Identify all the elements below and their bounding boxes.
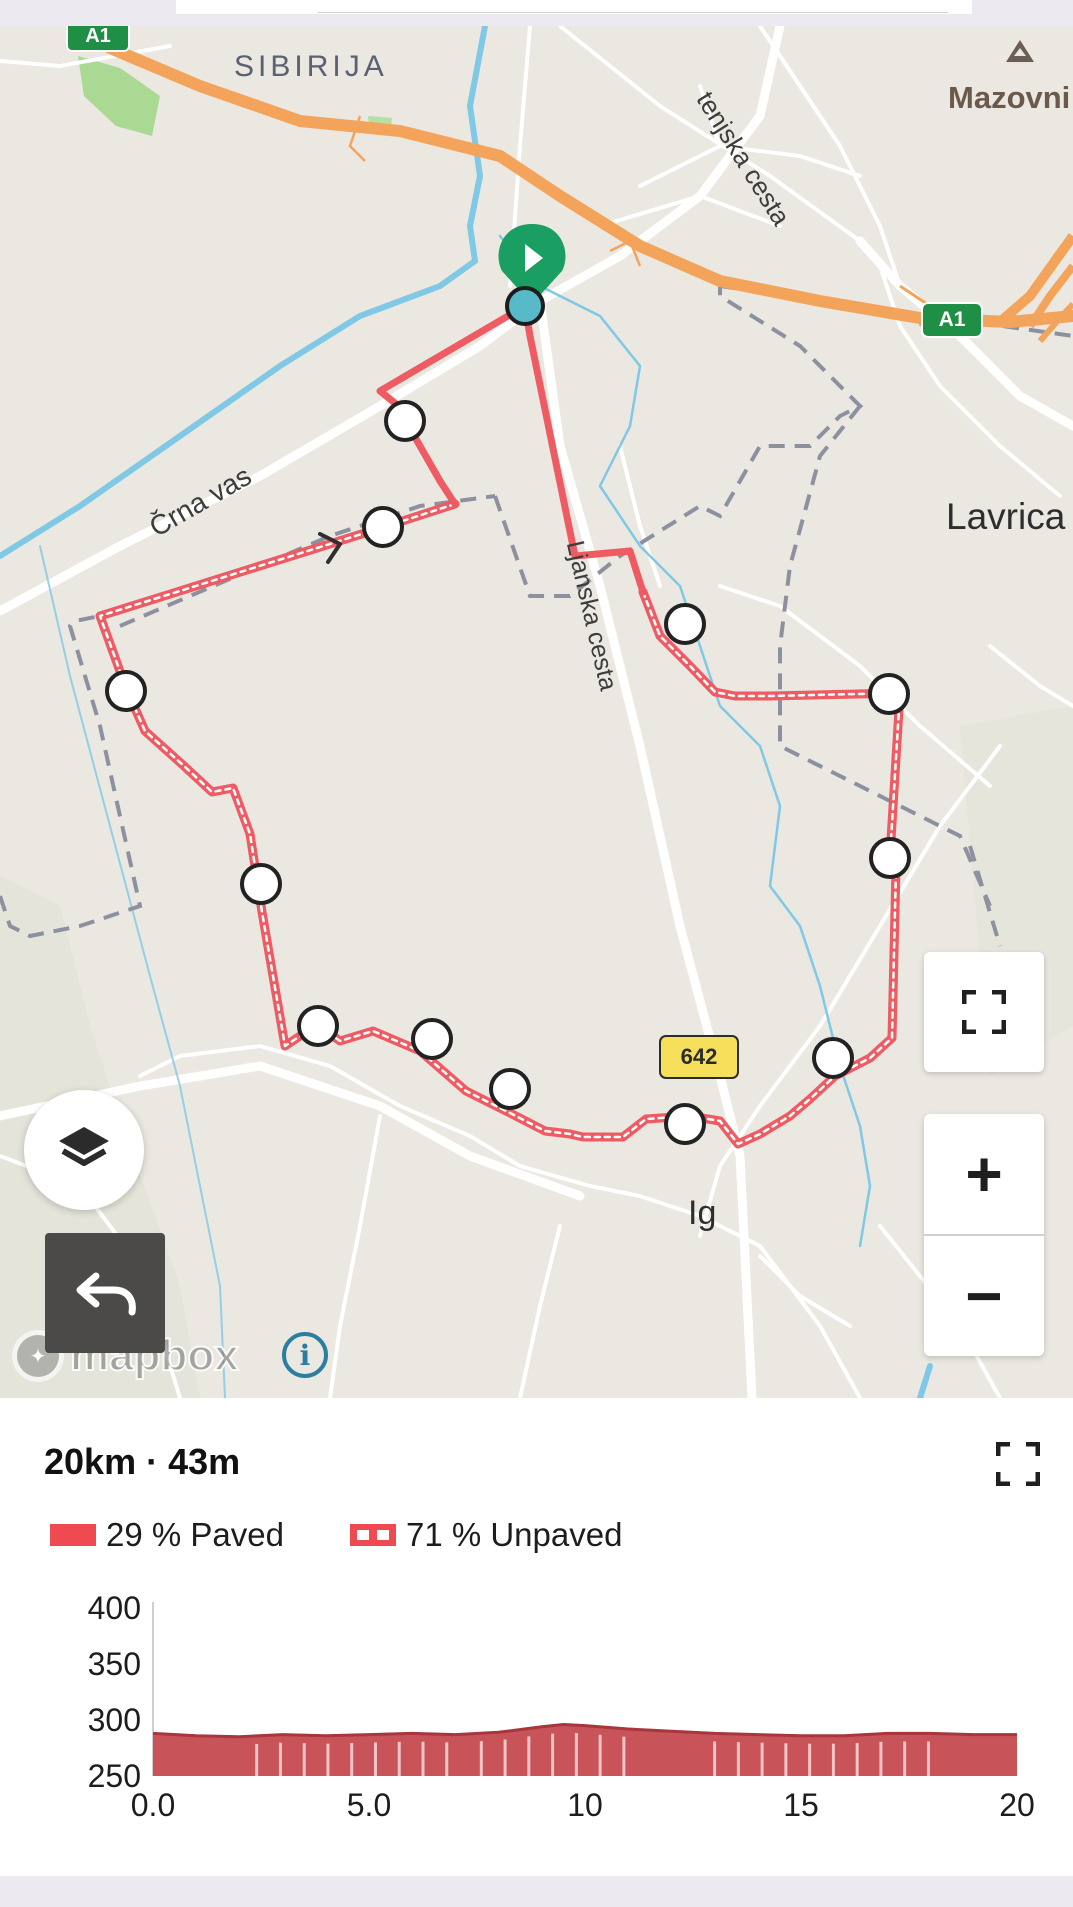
map-fullscreen-button[interactable] bbox=[924, 952, 1044, 1072]
layers-button[interactable] bbox=[24, 1090, 144, 1210]
expand-icon bbox=[996, 1442, 1040, 1486]
surface-legend: 29 % Paved 71 % Unpaved bbox=[50, 1516, 622, 1554]
a1-shield-top: A1 bbox=[66, 26, 130, 52]
undo-icon bbox=[76, 1272, 136, 1316]
x-tick-label: 15 bbox=[783, 1787, 819, 1823]
y-tick-label: 400 bbox=[88, 1590, 141, 1626]
label-mazovnik: Mazovni bbox=[948, 80, 1071, 115]
a1-shield-right: A1 bbox=[921, 302, 983, 338]
fullscreen-icon bbox=[962, 990, 1006, 1034]
route-summary: 20km · 43m bbox=[44, 1441, 241, 1482]
zoom-out-button[interactable]: − bbox=[924, 1236, 1044, 1356]
legend-unpaved-swatch bbox=[349, 1524, 396, 1546]
map-view[interactable]: SIBIRIJA Mazovni tenjska cesta Črna vas … bbox=[0, 26, 1073, 1398]
map-canvas bbox=[0, 26, 1073, 1398]
zoom-control-group: + − bbox=[924, 1114, 1044, 1356]
label-lavrica: Lavrica bbox=[946, 496, 1066, 537]
route-stats-panel: 20km · 43m 29 % Paved 71 % Unpaved 400 35… bbox=[0, 1398, 1073, 1876]
zoom-in-icon: + bbox=[965, 1138, 1003, 1210]
top-divider bbox=[318, 12, 948, 13]
route-642-shield: 642 bbox=[659, 1035, 739, 1079]
legend-paved-label: 29 % Paved bbox=[106, 1516, 284, 1553]
x-tick-label: 10 bbox=[567, 1787, 603, 1823]
y-tick-label: 300 bbox=[88, 1702, 141, 1738]
layers-icon bbox=[59, 1127, 109, 1166]
label-ig: Ig bbox=[688, 1194, 717, 1232]
system-nav-bar bbox=[0, 1876, 1073, 1907]
x-tick-label: 0.0 bbox=[131, 1787, 175, 1823]
elevation-chart: 4003503002500.0 5.0 10 15 20 bbox=[88, 1590, 1035, 1823]
x-tick-label: 5.0 bbox=[347, 1787, 391, 1823]
legend-paved-swatch bbox=[50, 1524, 96, 1546]
x-tick-label: 20 bbox=[999, 1787, 1035, 1823]
undo-button[interactable] bbox=[45, 1233, 165, 1353]
attribution-info-glyph: i bbox=[299, 1338, 311, 1372]
label-sibirija: SIBIRIJA bbox=[234, 50, 388, 83]
legend-unpaved-label: 71 % Unpaved bbox=[405, 1516, 623, 1553]
zoom-in-button[interactable]: + bbox=[924, 1114, 1044, 1236]
zoom-out-icon: − bbox=[965, 1260, 1003, 1332]
panel-fullscreen-button[interactable] bbox=[990, 1436, 1046, 1492]
y-tick-label: 350 bbox=[88, 1646, 141, 1682]
top-bar bbox=[0, 0, 1073, 26]
attribution-info-icon[interactable]: i bbox=[282, 1332, 328, 1378]
